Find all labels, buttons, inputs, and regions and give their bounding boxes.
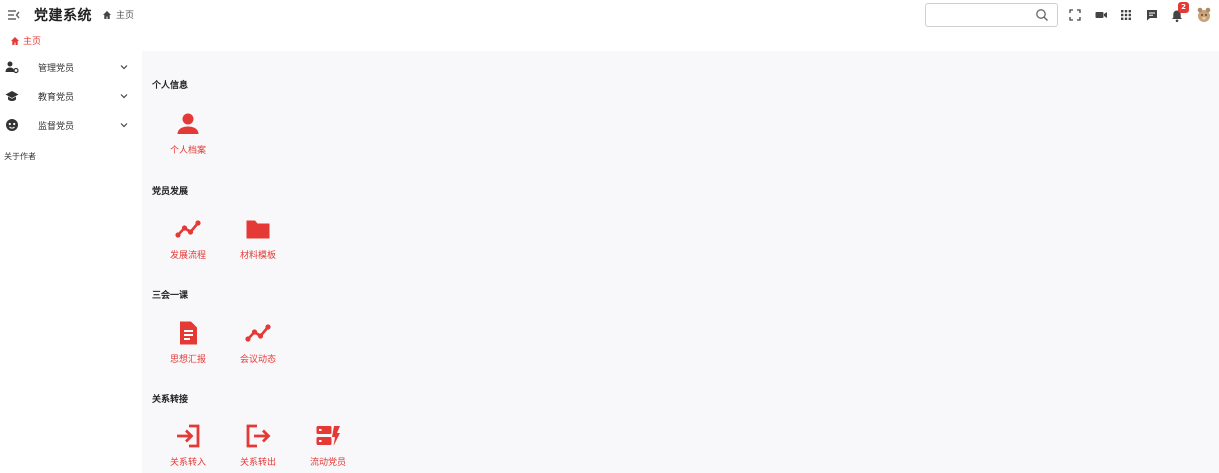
tile-label: 流动党员	[309, 458, 346, 468]
graduation-cap-icon	[5, 91, 19, 101]
trend-line-icon	[245, 324, 271, 342]
chevron-down-icon	[120, 94, 128, 99]
tile-material-templates[interactable]: 材料模板	[233, 216, 283, 272]
sidebar-item-about-author[interactable]: 关于作者	[4, 151, 36, 162]
document-icon	[180, 321, 197, 345]
home-icon	[103, 10, 111, 19]
tile-label: 会议动态	[239, 355, 276, 365]
section-title: 关系转接	[152, 395, 189, 405]
sidebar-item-supervise-members[interactable]: 监督党员	[0, 111, 142, 139]
tile-label: 材料模板	[239, 251, 276, 261]
tile-meeting-news[interactable]: 会议动态	[233, 320, 283, 376]
search-field[interactable]	[925, 3, 1058, 27]
tile-thought-report[interactable]: 思想汇报	[163, 320, 213, 376]
tab-bar: 主页	[0, 30, 1219, 51]
folder-icon	[246, 220, 270, 239]
trend-line-icon	[175, 220, 201, 238]
video-camera-icon[interactable]	[1094, 8, 1108, 22]
login-icon	[177, 424, 200, 448]
chevron-down-icon	[120, 123, 128, 128]
server-flash-icon	[316, 426, 340, 446]
section-title: 个人信息	[152, 81, 189, 91]
breadcrumb-home[interactable]: 主页	[102, 8, 134, 21]
menu-collapse-icon[interactable]	[6, 7, 22, 23]
face-icon	[6, 119, 18, 131]
tile-transfer-out[interactable]: 关系转出	[233, 423, 283, 473]
tile-label: 关系转出	[239, 458, 276, 468]
user-cog-icon	[5, 61, 19, 74]
search-icon[interactable]	[1035, 8, 1049, 22]
tile-floating-members[interactable]: 流动党员	[303, 423, 353, 473]
sidebar-item-label: 教育党员	[38, 93, 75, 103]
tile-development-process[interactable]: 发展流程	[163, 216, 213, 272]
sidebar-item-label: 监督党员	[38, 122, 75, 132]
search-input[interactable]	[930, 6, 1030, 24]
tile-label: 个人档案	[169, 146, 206, 156]
chevron-down-icon	[120, 65, 128, 70]
section-title: 党员发展	[152, 187, 189, 197]
message-icon[interactable]	[1145, 8, 1159, 22]
sidebar: 管理党员 教育党员 监督党员 关于作者	[0, 51, 142, 473]
sidebar-item-manage-members[interactable]: 管理党员	[0, 53, 142, 81]
sidebar-item-educate-members[interactable]: 教育党员	[0, 82, 142, 110]
sidebar-item-label: 管理党员	[38, 64, 75, 74]
breadcrumb-home-label: 主页	[116, 11, 135, 21]
tile-transfer-in[interactable]: 关系转入	[163, 423, 213, 473]
person-icon	[177, 113, 199, 134]
app-title: 党建系统	[34, 8, 92, 24]
fullscreen-icon[interactable]	[1068, 8, 1082, 22]
apps-grid-icon[interactable]	[1119, 8, 1133, 22]
logout-icon	[246, 424, 271, 448]
avatar[interactable]	[1196, 6, 1212, 24]
top-bar: 党建系统 主页 2	[0, 0, 1219, 30]
section-title: 三会一课	[152, 291, 189, 301]
tab-home[interactable]: 主页	[10, 34, 41, 47]
home-icon	[11, 36, 19, 45]
notification-badge: 2	[1178, 2, 1189, 13]
main-content: 个人信息 个人档案 党员发展 发展流程 材料模板 三会一课 思想汇报 会议动态 …	[142, 51, 1219, 473]
tile-label: 思想汇报	[169, 355, 206, 365]
tile-label: 关系转入	[169, 458, 206, 468]
tile-personal-file[interactable]: 个人档案	[163, 111, 213, 167]
tab-home-label: 主页	[23, 37, 42, 47]
tile-label: 发展流程	[169, 251, 206, 261]
